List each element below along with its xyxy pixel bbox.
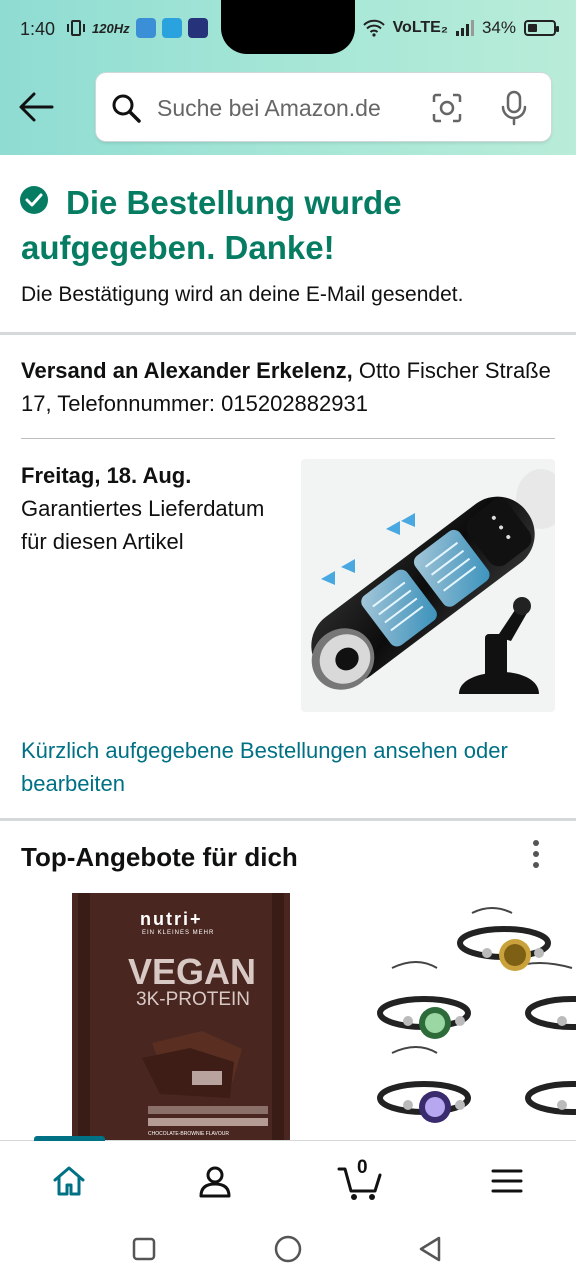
- more-options-icon[interactable]: [530, 840, 542, 872]
- back-arrow-icon[interactable]: [18, 90, 54, 124]
- refresh-rate-label: 120Hz: [92, 20, 130, 36]
- section-divider: [0, 332, 576, 335]
- order-confirmation: Die Bestellung wurde aufgegeben. Danke! …: [0, 155, 576, 333]
- signal-icon: [455, 20, 474, 36]
- protein-name-line2: 3K-PROTEIN: [136, 989, 251, 1010]
- status-bar: 1:40 120Hz VoLTE₂ 34%: [0, 0, 576, 60]
- bracelets-image: [377, 907, 576, 1123]
- battery-percent: 34%: [481, 18, 516, 37]
- telegram-icon: [161, 18, 182, 38]
- delivery-date: Freitag, 18. Aug.: [21, 463, 192, 488]
- camera-search-icon[interactable]: [431, 92, 463, 124]
- search-input[interactable]: Suche bei Amazon.de: [157, 95, 381, 122]
- divider: [21, 438, 555, 439]
- active-tab-indicator: [34, 1136, 105, 1141]
- shipping-address: Versand an Alexander Erkelenz, Otto Fisc…: [21, 354, 551, 420]
- menu-icon: [491, 1169, 523, 1193]
- status-icons-left: 120Hz: [66, 18, 208, 38]
- search-icon: [112, 94, 141, 123]
- protein-brand: nutri+: [140, 909, 203, 929]
- search-bar[interactable]: Suche bei Amazon.de: [96, 73, 551, 141]
- status-time: 1:40: [20, 19, 56, 39]
- account-icon: [199, 1166, 231, 1198]
- home-icon: [53, 1166, 85, 1196]
- battery-icon: [524, 20, 559, 36]
- deals-title: Top-Angebote für dich: [21, 842, 298, 872]
- nav-menu[interactable]: [485, 1159, 529, 1203]
- protein-name-line1: VEGAN: [128, 951, 257, 992]
- product-image[interactable]: [301, 459, 555, 712]
- recent-apps-icon[interactable]: [129, 1234, 159, 1264]
- network-label: VoLTE₂: [392, 19, 448, 36]
- camera-notch: [221, 0, 355, 54]
- wifi-icon: [362, 19, 385, 37]
- app-header: 1:40 120Hz VoLTE₂ 34% Suche bei Amazon.d…: [0, 0, 576, 155]
- confirmation-subtitle: Die Bestätigung wird an deine E-Mail ges…: [21, 283, 464, 306]
- app-notification-icon: [135, 18, 156, 38]
- deal-item-protein[interactable]: nutri+ EIN KLEINES MEHR VEGAN 3K-PROTEIN…: [72, 893, 290, 1143]
- product-illustration: [311, 469, 555, 694]
- system-navigation: [0, 1217, 576, 1280]
- protein-flavor: CHOCOLATE-BROWNIE FLAVOUR: [148, 1131, 229, 1137]
- nav-account[interactable]: [193, 1159, 237, 1203]
- nav-home[interactable]: [47, 1159, 91, 1203]
- vibrate-icon: [67, 20, 85, 36]
- recent-orders-link[interactable]: Kürzlich aufgegebene Bestellungen ansehe…: [21, 734, 541, 800]
- bottom-navigation: 0: [0, 1136, 576, 1217]
- home-system-icon[interactable]: [273, 1234, 303, 1264]
- nav-cart[interactable]: 0: [337, 1157, 383, 1203]
- shipping-recipient: Versand an Alexander Erkelenz,: [21, 358, 353, 383]
- cart-count: 0: [357, 1157, 368, 1178]
- app-notification-icon-2: [187, 18, 208, 38]
- deal-item-bracelets[interactable]: [372, 893, 576, 1143]
- protein-brand-sub: EIN KLEINES MEHR: [142, 930, 215, 936]
- section-divider-2: [0, 818, 576, 821]
- confirmation-title: Die Bestellung wurde aufgegeben. Danke!: [21, 184, 402, 266]
- status-icons-right: VoLTE₂ 34%: [362, 18, 559, 38]
- back-system-icon[interactable]: [415, 1234, 445, 1264]
- microphone-icon[interactable]: [500, 90, 528, 126]
- delivery-note: Garantiertes Lieferdatum für diesen Arti…: [21, 496, 265, 554]
- delivery-info: Freitag, 18. Aug. Garantiertes Lieferdat…: [21, 459, 291, 558]
